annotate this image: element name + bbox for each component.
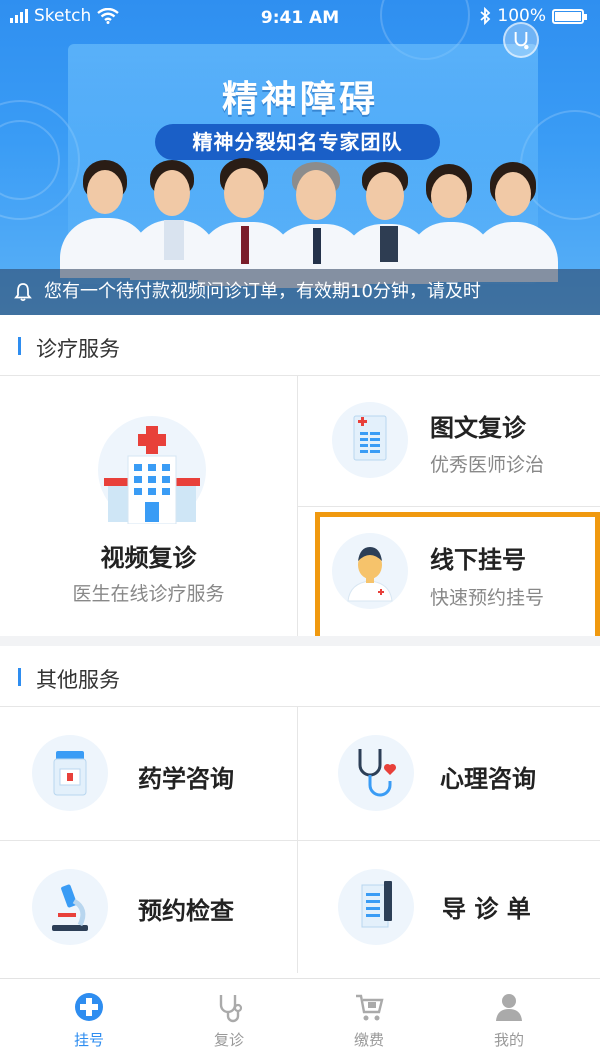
stethoscope-heart-icon xyxy=(338,735,414,811)
text-consult-subtitle: 优秀医师诊治 xyxy=(430,454,545,476)
person-icon xyxy=(496,994,522,1021)
notice-text: 您有一个待付款视频问诊订单，有效期10分钟，请及时 xyxy=(44,281,481,302)
section-accent-bar xyxy=(18,337,21,355)
tab-revisit[interactable]: 复诊 xyxy=(154,979,304,1055)
section-title: 诊疗服务 xyxy=(36,337,120,361)
guide-sheet-tile[interactable]: 导 诊 单 xyxy=(298,841,600,973)
bell-icon xyxy=(14,283,32,302)
section-accent-bar xyxy=(18,668,21,686)
video-consult-title: 视频复诊 xyxy=(100,544,197,572)
pending-order-notice[interactable]: 您有一个待付款视频问诊订单，有效期10分钟，请及时 xyxy=(0,269,600,315)
tab-label: 复诊 xyxy=(213,1031,244,1049)
section-header-other: 其他服务 xyxy=(0,646,600,706)
banner-subtitle: 精神分裂知名专家团队 xyxy=(155,124,440,160)
battery-icon xyxy=(552,8,587,24)
video-consult-tile[interactable]: 视频复诊 医生在线诊疗服务 xyxy=(0,376,297,636)
bottom-tab-bar: 挂号 复诊 缴费 我的 xyxy=(0,978,600,1055)
battery-percent: 100% xyxy=(497,6,546,26)
exam-booking-title: 预约检查 xyxy=(138,897,234,925)
tab-label: 挂号 xyxy=(73,1031,104,1049)
text-consult-tile[interactable]: 图文复诊 优秀医师诊治 xyxy=(298,376,600,506)
section-gap xyxy=(0,636,600,646)
bluetooth-icon xyxy=(480,7,491,25)
offline-registration-subtitle: 快速预约挂号 xyxy=(430,587,545,609)
plus-cross-icon xyxy=(75,993,103,1021)
section-title: 其他服务 xyxy=(36,668,120,692)
psychology-consult-title: 心理咨询 xyxy=(440,765,536,793)
promo-banner[interactable]: 精神障碍 精神分裂知名专家团队 Sketch 9:41 AM 100% 您有一个… xyxy=(0,0,600,315)
psychology-consult-tile[interactable]: 心理咨询 xyxy=(298,707,600,840)
guide-sheet-title: 导 诊 单 xyxy=(442,895,531,923)
medicine-bottle-icon xyxy=(32,735,108,811)
doctor-avatar-icon xyxy=(332,533,408,609)
stethoscope-icon xyxy=(219,995,243,1023)
tab-register[interactable]: 挂号 xyxy=(14,979,164,1055)
guide-sheet-icon xyxy=(338,869,414,945)
text-consult-title: 图文复诊 xyxy=(430,414,526,442)
status-bar: Sketch 9:41 AM 100% xyxy=(0,0,600,36)
exam-booking-tile[interactable]: 预约检查 xyxy=(0,841,297,973)
hospital-icon xyxy=(98,416,206,525)
section-header-treatment: 诊疗服务 xyxy=(0,315,600,375)
medical-form-icon xyxy=(332,402,408,478)
video-consult-subtitle: 医生在线诊疗服务 xyxy=(72,583,225,605)
offline-registration-title: 线下挂号 xyxy=(430,546,526,574)
tab-label: 我的 xyxy=(493,1031,524,1049)
banner-title: 精神障碍 xyxy=(221,79,378,120)
cart-icon xyxy=(356,994,384,1021)
pharmacy-consult-tile[interactable]: 药学咨询 xyxy=(0,707,297,840)
microscope-icon xyxy=(32,869,108,945)
offline-registration-tile[interactable]: 线下挂号 快速预约挂号 xyxy=(298,507,600,636)
tab-label: 缴费 xyxy=(353,1031,384,1049)
pharmacy-consult-title: 药学咨询 xyxy=(138,765,234,793)
tab-payment[interactable]: 缴费 xyxy=(294,979,444,1055)
tab-profile[interactable]: 我的 xyxy=(434,979,584,1055)
